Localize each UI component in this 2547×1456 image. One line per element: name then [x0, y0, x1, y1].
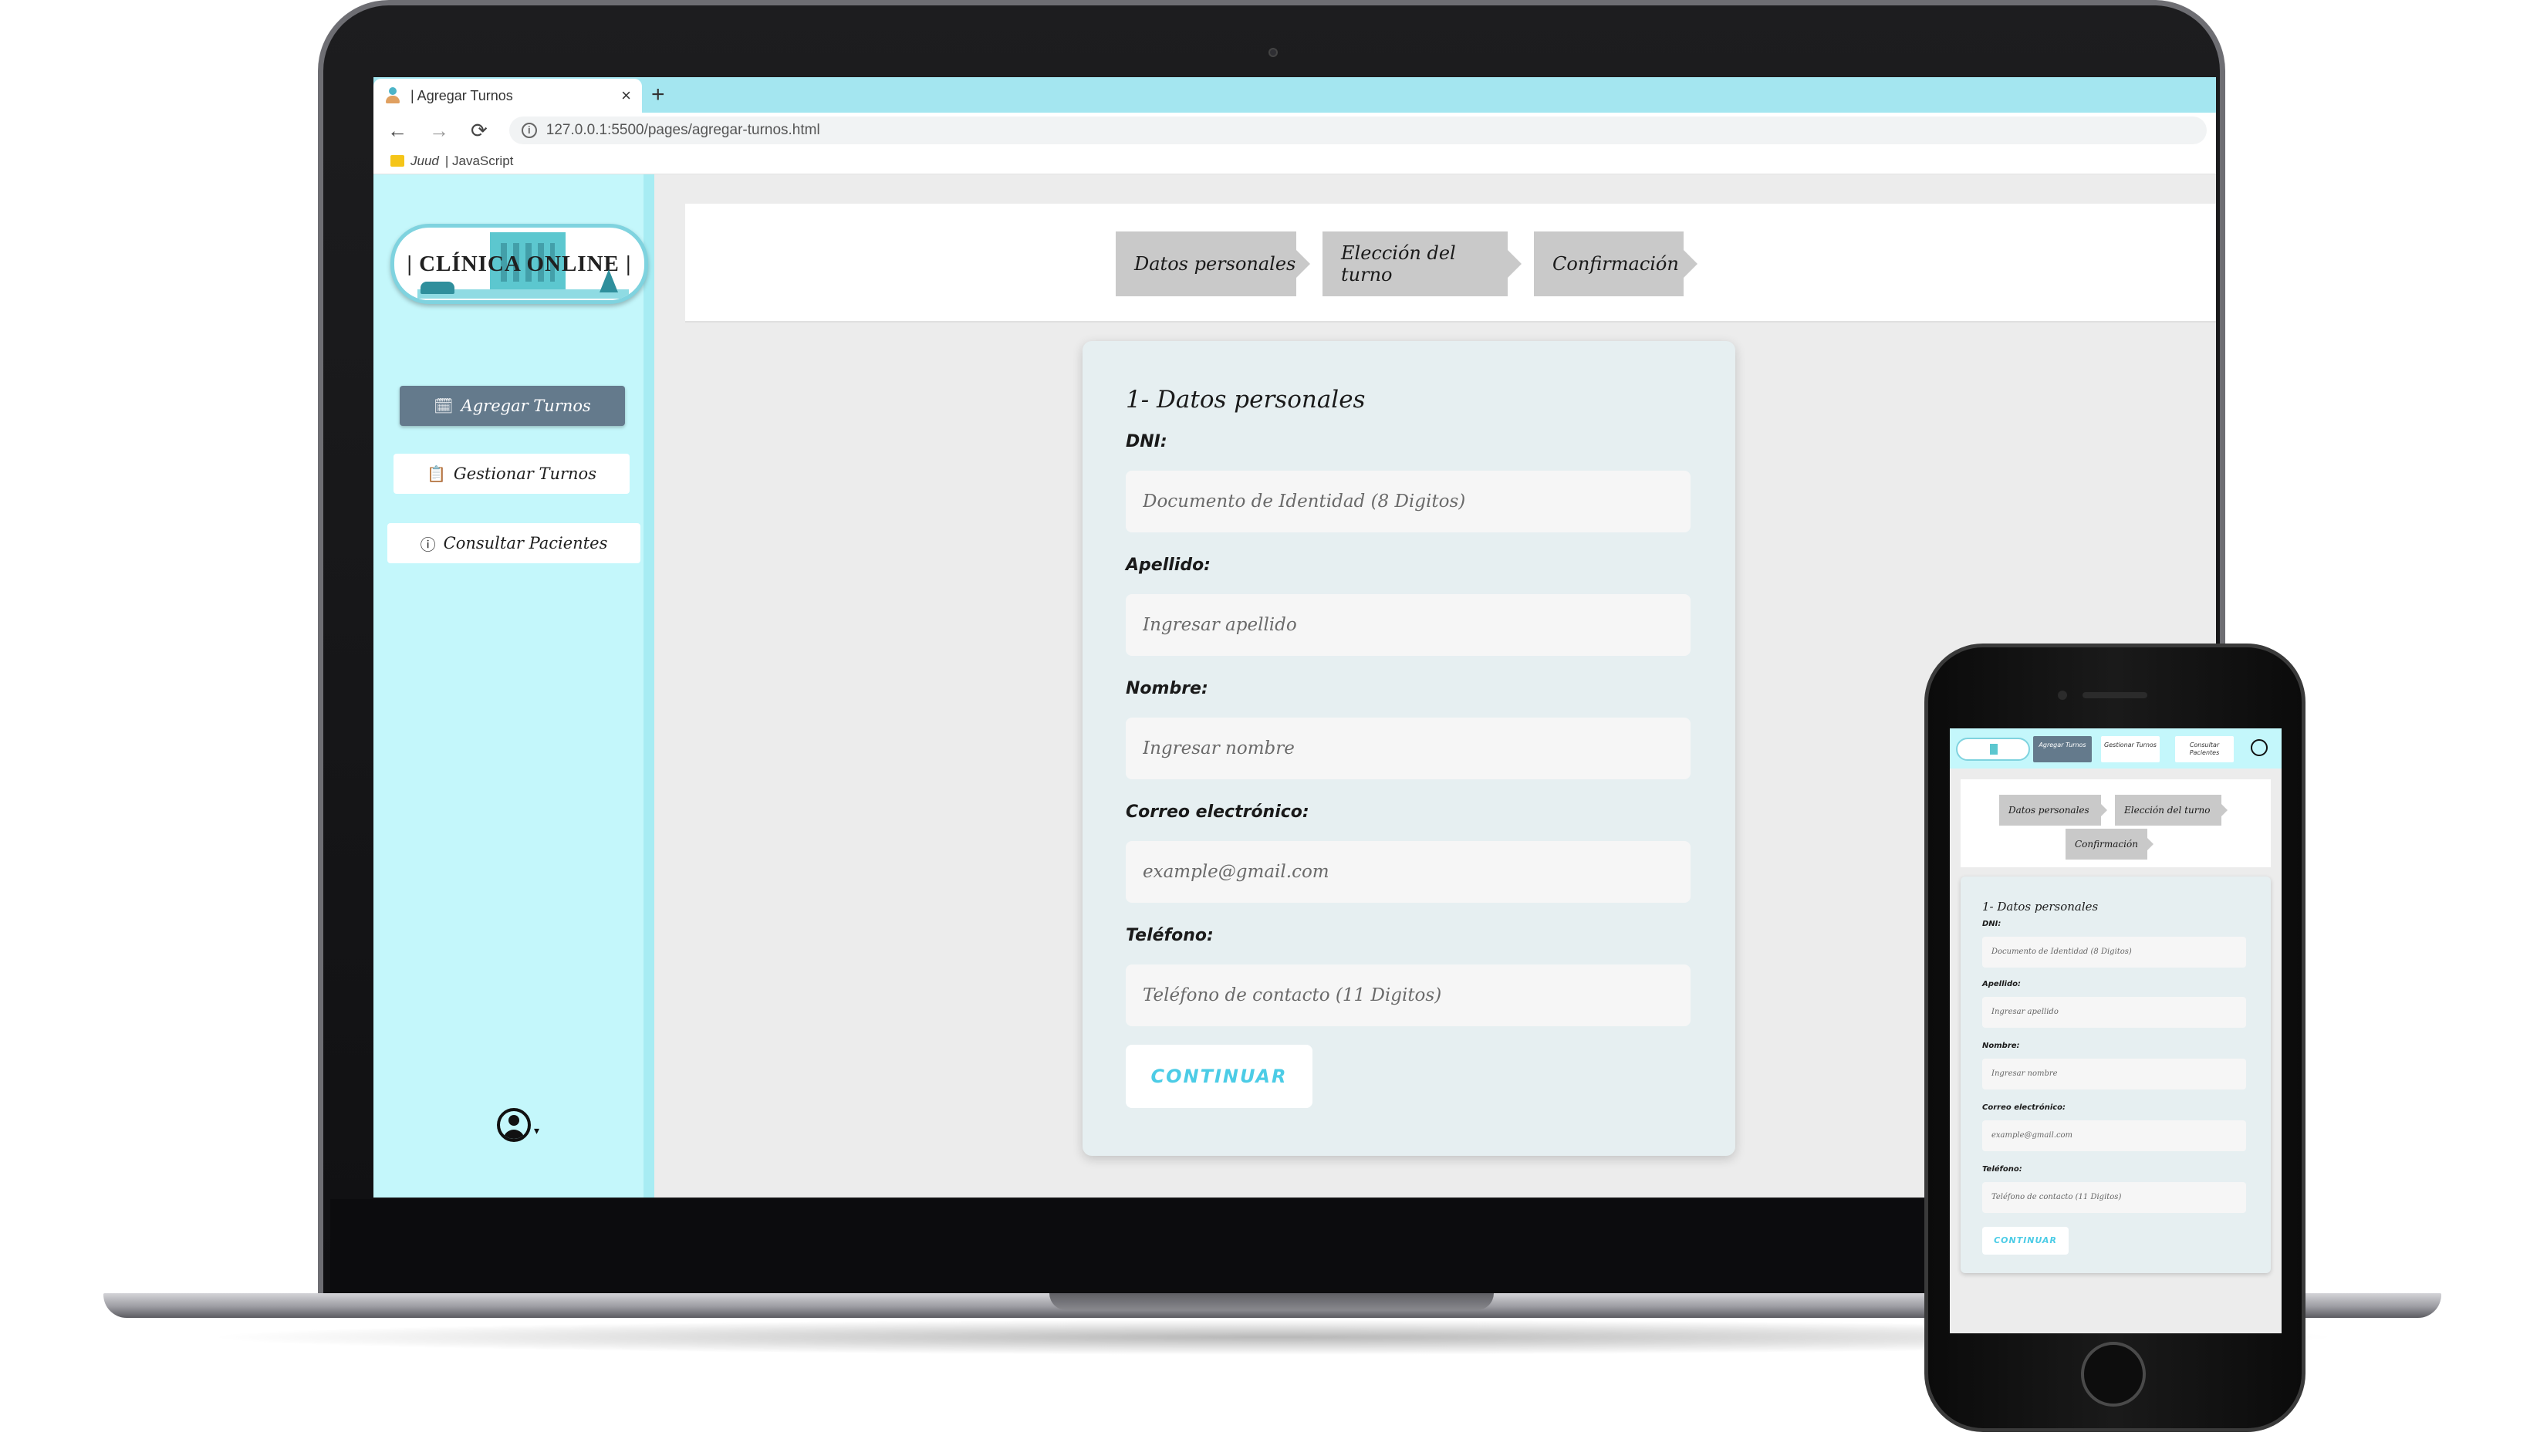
step-confirmacion: Confirmación	[1534, 231, 1697, 296]
logo-text: | CLÍNICA ONLINE |	[407, 251, 632, 276]
browser-tab-bar: | Agregar Turnos × +	[373, 77, 2216, 113]
bookmark-juud[interactable]: Juud	[410, 154, 439, 169]
bookmarks-bar: Juud | JavaScript	[373, 148, 2216, 174]
continue-button[interactable]: CONTINUAR	[1126, 1045, 1312, 1108]
calendar-plus-icon: 🗓	[434, 397, 454, 415]
close-tab-icon[interactable]: ×	[621, 86, 631, 106]
telefono-input[interactable]	[1126, 964, 1691, 1026]
folder-icon	[390, 155, 404, 167]
browser-tab[interactable]: | Agregar Turnos ×	[373, 79, 642, 113]
mobile-telefono-label: Teléfono:	[1982, 1165, 2022, 1174]
clinic-favicon-icon	[384, 87, 401, 104]
mobile-nav-gestionar-turnos[interactable]: Gestionar Turnos	[2101, 736, 2160, 762]
mobile-email-input[interactable]: example@gmail.com	[1982, 1120, 2246, 1151]
car-icon	[421, 282, 454, 294]
phone-speaker	[2083, 692, 2147, 698]
laptop-camera	[1268, 48, 1278, 57]
reload-icon[interactable]: ⟳	[471, 119, 488, 143]
sidebar-item-label: Agregar Turnos	[461, 397, 591, 415]
dni-input[interactable]	[1126, 471, 1691, 532]
phone-camera	[2058, 691, 2067, 700]
sidebar-item-gestionar-turnos[interactable]: 📋 Gestionar Turnos	[394, 454, 630, 494]
url-input[interactable]: i 127.0.0.1:5500/pages/agregar-turnos.ht…	[508, 117, 2207, 144]
mobile-apellido-input[interactable]: Ingresar apellido	[1982, 997, 2246, 1028]
mobile-nombre-label: Nombre:	[1982, 1042, 2020, 1050]
mobile-navbar: Agregar Turnos Gestionar Turnos Consulta…	[1950, 728, 2282, 769]
form-title: 1- Datos personales	[1126, 386, 1366, 414]
chevron-down-icon[interactable]: ▾	[534, 1125, 539, 1137]
browser-address-bar: ← → ⟳ i 127.0.0.1:5500/pages/agregar-tur…	[373, 113, 2216, 148]
mobile-nav-agregar-turnos[interactable]: Agregar Turnos	[2033, 736, 2092, 762]
mobile-step-confirmacion: Confirmación	[2066, 829, 2153, 860]
mobile-user-circle-icon[interactable]	[2251, 739, 2268, 756]
mobile-dni-input[interactable]: Documento de Identidad (8 Digitos)	[1982, 937, 2246, 968]
url-text: 127.0.0.1:5500/pages/agregar-turnos.html	[546, 122, 820, 138]
mobile-nav-consultar-pacientes[interactable]: Consultar Pacientes	[2175, 736, 2234, 762]
sidebar-item-consultar-pacientes[interactable]: ⓘ Consultar Pacientes	[387, 523, 640, 563]
user-circle-icon[interactable]	[497, 1108, 531, 1142]
mobile-progress-steps: Datos personales Elección del turno Conf…	[1961, 779, 2271, 867]
email-input[interactable]	[1126, 841, 1691, 903]
mobile-email-label: Correo electrónico:	[1982, 1103, 2066, 1112]
back-arrow-icon[interactable]: ←	[387, 119, 407, 143]
clipboard-icon: 📋	[427, 465, 446, 483]
mobile-apellido-label: Apellido:	[1982, 980, 2021, 988]
phone-screen: Agregar Turnos Gestionar Turnos Consulta…	[1950, 728, 2282, 1333]
home-button[interactable]	[2081, 1342, 2146, 1407]
sidebar: | CLÍNICA ONLINE | 🗓 Agregar Turnos 📋 Ge…	[373, 174, 654, 1198]
forward-arrow-icon[interactable]: →	[429, 119, 449, 143]
mobile-continue-button[interactable]: CONTINUAR	[1982, 1227, 2069, 1255]
site-info-icon[interactable]: i	[521, 123, 537, 138]
mobile-nombre-input[interactable]: Ingresar nombre	[1982, 1059, 2246, 1089]
mobile-step-eleccion-turno: Elección del turno	[2115, 795, 2228, 826]
apellido-label: Apellido:	[1126, 556, 1211, 575]
apellido-input[interactable]	[1126, 594, 1691, 656]
step-eleccion-turno: Elección del turno	[1322, 231, 1522, 296]
mobile-telefono-input[interactable]: Teléfono de contacto (11 Digitos)	[1982, 1182, 2246, 1213]
email-label: Correo electrónico:	[1126, 802, 1309, 822]
tab-title: | Agregar Turnos	[410, 87, 513, 103]
sidebar-item-label: Consultar Pacientes	[443, 534, 608, 552]
mobile-clinic-logo[interactable]	[1956, 738, 2030, 761]
nombre-label: Nombre:	[1126, 679, 1208, 698]
sidebar-item-agregar-turnos[interactable]: 🗓 Agregar Turnos	[400, 386, 625, 426]
mobile-dni-label: DNI:	[1982, 920, 2001, 928]
mobile-form-title: 1- Datos personales	[1982, 900, 2099, 914]
step-datos-personales: Datos personales	[1116, 231, 1310, 296]
mobile-step-datos-personales: Datos personales	[1999, 795, 2107, 826]
telefono-label: Teléfono:	[1126, 926, 1214, 945]
new-tab-button[interactable]: +	[651, 82, 665, 108]
dni-label: DNI:	[1126, 432, 1167, 451]
sidebar-item-label: Gestionar Turnos	[453, 465, 596, 483]
mobile-personal-data-form: 1- Datos personales DNI: Documento de Id…	[1961, 877, 2271, 1273]
nombre-input[interactable]	[1126, 718, 1691, 779]
clinic-logo[interactable]: | CLÍNICA ONLINE |	[390, 224, 648, 304]
laptop-opening-notch	[1049, 1293, 1494, 1310]
info-circle-icon: ⓘ	[420, 535, 436, 554]
progress-steps: Datos personales Elección del turno Conf…	[685, 204, 2216, 323]
tree-icon	[600, 269, 618, 292]
bookmark-javascript[interactable]: | JavaScript	[445, 154, 514, 169]
personal-data-form: 1- Datos personales DNI: Apellido: Nombr…	[1083, 341, 1735, 1156]
